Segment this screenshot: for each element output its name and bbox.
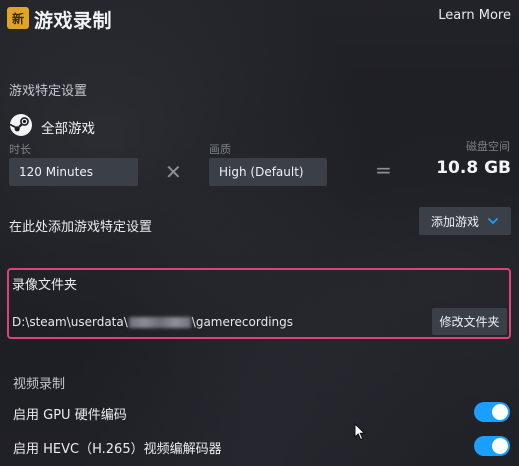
app-icon: 新 (7, 7, 29, 29)
hevc-codec-label: 启用 HEVC（H.265）视频编解码器 (13, 442, 222, 457)
gpu-encoding-label: 启用 GPU 硬件编码 (13, 408, 127, 423)
change-folder-button-label: 修改文件夹 (439, 315, 500, 329)
game-settings-heading: 游戏特定设置 (9, 84, 88, 99)
hevc-codec-toggle[interactable] (474, 436, 510, 456)
folder-path-prefix: D:\steam\userdata\ (12, 315, 128, 329)
duration-value: 120 Minutes (19, 165, 93, 179)
add-settings-label: 在此处添加游戏特定设置 (9, 220, 153, 235)
folder-path-suffix: \gamerecordings (191, 315, 294, 329)
duration-label: 时长 (9, 143, 31, 156)
recording-folder-path: D:\steam\userdata\ \gamerecordings (12, 315, 293, 329)
quality-value: High (Default) (219, 165, 304, 179)
quality-select[interactable]: High (Default) (209, 158, 327, 186)
toggle-knob (492, 438, 508, 454)
page-title: 游戏录制 (34, 10, 113, 32)
multiply-icon: ✕ (165, 160, 182, 184)
add-game-button[interactable]: 添加游戏 (419, 207, 511, 235)
equals-icon: = (375, 158, 392, 182)
quality-label: 画质 (209, 143, 231, 156)
mouse-cursor-icon (354, 423, 366, 441)
learn-more-link[interactable]: Learn More (438, 8, 511, 23)
all-games-label: 全部游戏 (41, 121, 95, 137)
toggle-knob (492, 404, 508, 420)
video-recording-heading: 视频录制 (13, 377, 66, 392)
gpu-encoding-toggle[interactable] (474, 402, 510, 422)
duration-select[interactable]: 120 Minutes (9, 158, 138, 186)
steam-icon (9, 114, 32, 136)
disk-space-value: 10.8 GB (436, 158, 511, 178)
change-folder-button[interactable]: 修改文件夹 (432, 308, 507, 335)
redacted-user-id (128, 316, 191, 328)
disk-space-label: 磁盘空间 (466, 140, 510, 153)
add-game-button-label: 添加游戏 (430, 214, 479, 229)
game-recording-page: 新 游戏录制 Learn More 游戏特定设置 全部游戏 时长 120 Min… (0, 0, 519, 466)
recording-folder-title: 录像文件夹 (12, 278, 78, 293)
chevron-down-icon (488, 218, 498, 224)
